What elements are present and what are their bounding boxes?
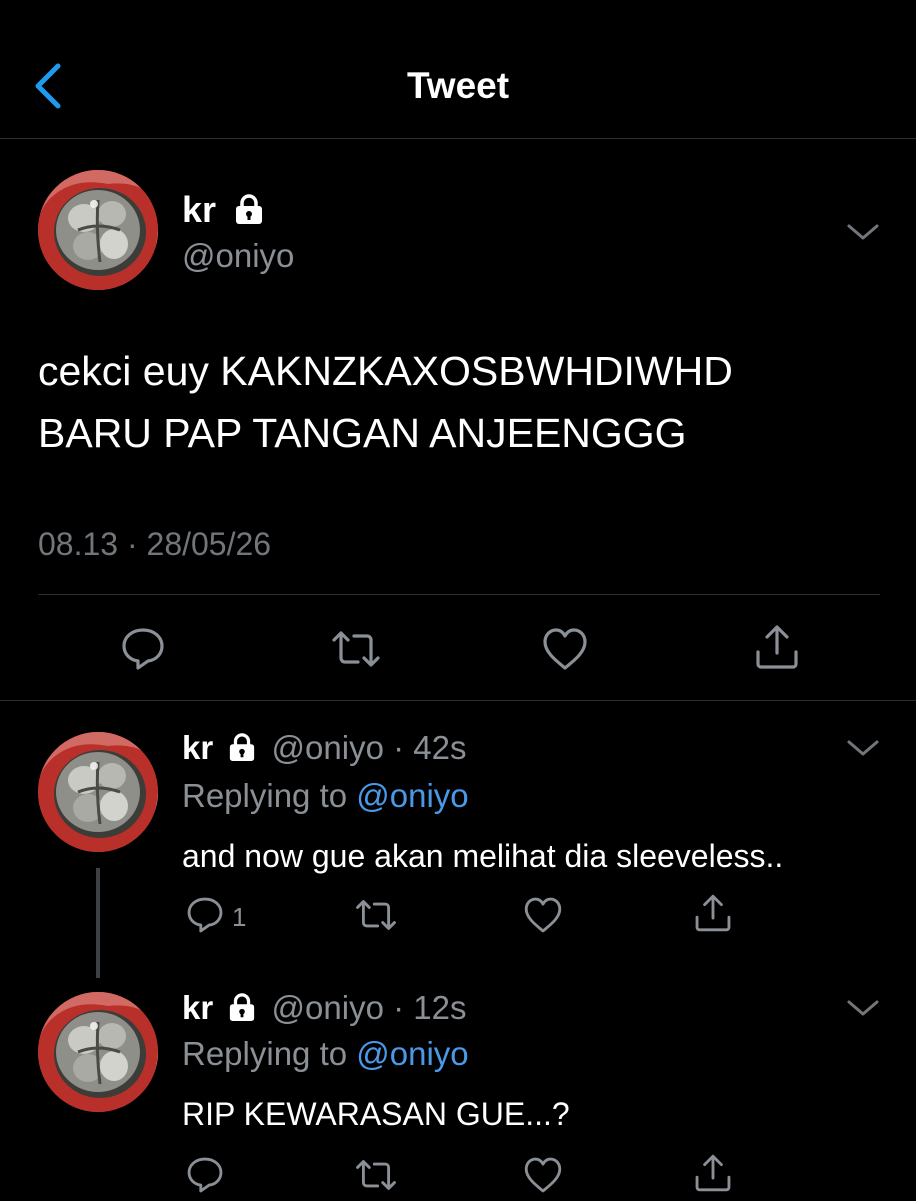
reply-2-like-button[interactable] [522,1154,564,1201]
chevron-down-icon [847,740,879,756]
reply-author-name[interactable]: kr [182,729,213,766]
heart-icon [524,897,562,933]
avatar-image [38,170,158,290]
reply-2-text: RIP KEWARASAN GUE...? [182,1096,570,1132]
tweet-author-name-row[interactable]: kr [182,190,264,230]
reply-1-replying-to: Replying to @oniyo [182,776,469,816]
chevron-down-icon [847,224,879,240]
lock-icon [230,993,255,1022]
share-icon [695,894,731,932]
reply-2-retweet-button[interactable] [354,1154,398,1201]
top-navigation-bar: Tweet [0,0,916,139]
page-title: Tweet [406,65,510,106]
reply-1-text: and now gue akan melihat dia sleeveless.… [182,838,784,874]
reply-button[interactable] [118,624,168,679]
section-divider [0,700,916,701]
tweet-timestamp[interactable]: 08.13 · 28/05/26 [38,524,271,564]
author-handle[interactable]: @oniyo [182,236,294,276]
comment-icon [122,628,164,670]
reply-1-retweet-button[interactable] [354,894,398,941]
reply-2-more-button[interactable] [846,998,880,1018]
retweet-icon [332,631,380,667]
replying-to-mention[interactable]: @oniyo [356,777,468,814]
reply-2-replying-to: Replying to @oniyo [182,1034,469,1074]
retweet-icon [356,900,396,930]
reply-2-reply-button[interactable] [184,1154,226,1201]
reply-author-handle[interactable]: @oniyo [272,729,384,766]
reply-2-header[interactable]: kr @oniyo · 12s [182,988,466,1028]
retweet-icon [356,1160,396,1190]
author-name[interactable]: kr [182,189,216,230]
avatar[interactable] [38,170,158,290]
lock-icon [230,733,255,762]
comment-icon [187,1157,223,1193]
more-options-button[interactable] [846,222,880,242]
reply-1-header[interactable]: kr @oniyo · 42s [182,728,466,768]
reply-time: · 12s [393,989,467,1026]
retweet-button[interactable] [330,624,382,679]
replying-to-mention[interactable]: @oniyo [356,1035,468,1072]
tweet-text-line-1: cekci euy KAKNZKAXOSBWHDIWHD [38,348,733,394]
reply-1-like-button[interactable] [522,894,564,941]
reply-count: 1 [232,902,247,932]
reply-1-more-button[interactable] [846,738,880,758]
heart-icon [543,628,587,670]
share-icon [756,625,798,669]
replying-to-label: Replying to [182,777,357,814]
replying-to-label: Replying to [182,1035,357,1072]
like-button[interactable] [540,624,590,679]
comment-icon [187,897,223,933]
lock-icon [236,194,263,225]
reply-time: · 42s [393,729,467,766]
reply-2-share-button[interactable] [692,1152,734,1199]
reply-1-avatar[interactable] [38,732,158,852]
divider [38,594,880,595]
avatar-image [38,732,158,852]
reply-1-share-button[interactable] [692,892,734,939]
tweet-text: cekci euy KAKNZKAXOSBWHDIWHD BARU PAP TA… [38,340,888,464]
thread-connector-line [96,868,100,978]
reply-author-handle[interactable]: @oniyo [272,989,384,1026]
reply-author-name[interactable]: kr [182,989,213,1026]
reply-1-reply-button[interactable] [184,894,226,941]
avatar-image [38,992,158,1112]
share-icon [695,1154,731,1192]
share-button[interactable] [752,622,802,677]
tweet-text-line-2: BARU PAP TANGAN ANJEENGGG [38,410,687,456]
reply-2-avatar[interactable] [38,992,158,1112]
heart-icon [524,1157,562,1193]
chevron-down-icon [847,1000,879,1016]
